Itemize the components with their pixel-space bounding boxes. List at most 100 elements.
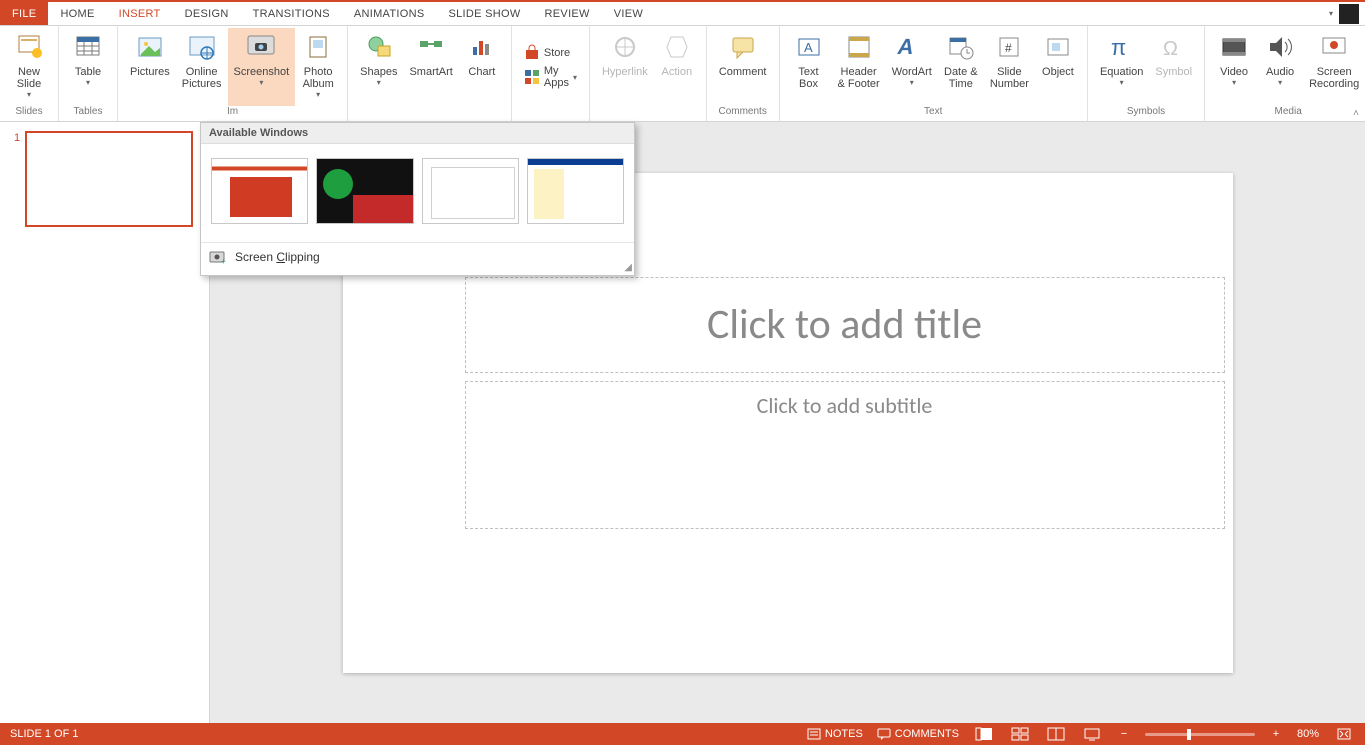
title-placeholder[interactable]: Click to add title [465,277,1225,373]
reading-view-button[interactable] [1045,726,1067,742]
comment-icon [877,728,891,740]
tab-file[interactable]: FILE [0,2,48,25]
wordart-icon: A [895,30,929,64]
audio-button[interactable]: Audio ▾ [1257,28,1303,106]
zoom-slider[interactable] [1145,733,1255,736]
label: Action [662,66,693,78]
comments-button[interactable]: COMMENTS [877,728,959,740]
chevron-down-icon: ▾ [377,78,381,87]
video-button[interactable]: Video ▾ [1211,28,1257,106]
label: Table [75,66,101,78]
tab-slideshow[interactable]: SLIDE SHOW [436,2,532,25]
shapes-button[interactable]: Shapes ▾ [354,28,403,106]
my-apps-button[interactable]: My Apps ▾ [524,65,577,89]
tab-design[interactable]: DESIGN [173,2,241,25]
equation-button[interactable]: π Equation ▾ [1094,28,1149,106]
slide-number-icon: # [992,30,1026,64]
svg-text:#: # [1005,41,1012,55]
label: Symbol [1155,66,1192,78]
fit-to-window-button[interactable] [1333,726,1355,742]
comment-icon [726,30,760,64]
slideshow-view-button[interactable] [1081,726,1103,742]
label: Slide Number [990,66,1029,90]
object-button[interactable]: Object [1035,28,1081,106]
slide-number-button[interactable]: # Slide Number [984,28,1035,106]
slide-sorter-view-button[interactable] [1009,726,1031,742]
zoom-in-button[interactable]: + [1269,727,1283,741]
header-footer-icon [842,30,876,64]
slide-counter: SLIDE 1 OF 1 [10,728,793,740]
zoom-level[interactable]: 80% [1297,728,1319,740]
screenshot-button[interactable]: Screenshot ▾ [228,28,296,106]
photo-album-button[interactable]: Photo Album ▾ [295,28,341,106]
subtitle-placeholder[interactable]: Click to add subtitle [465,381,1225,529]
new-slide-button[interactable]: New Slide ▾ [6,28,52,106]
group-label-tables: Tables [74,106,103,120]
pictures-button[interactable]: Pictures [124,28,176,106]
group-label-text: Text [924,106,942,120]
available-window-2[interactable] [316,158,413,224]
screenshot-dropdown-header: Available Windows [201,123,634,144]
title-placeholder-text: Click to add title [707,299,982,350]
tab-transitions[interactable]: TRANSITIONS [241,2,342,25]
video-icon [1217,30,1251,64]
symbol-icon: Ω [1157,30,1191,64]
tab-home[interactable]: HOME [48,2,106,25]
label: WordArt [892,66,932,78]
notes-button[interactable]: NOTES [807,728,863,740]
store-button[interactable]: Store [524,45,577,61]
label: Online Pictures [182,66,222,90]
group-label-symbols: Symbols [1127,106,1165,120]
header-footer-button[interactable]: Header & Footer [832,28,886,106]
date-time-icon [944,30,978,64]
label: Photo Album [303,66,334,90]
tab-view[interactable]: VIEW [602,2,655,25]
collapse-ribbon-button[interactable]: ˄ [1353,108,1359,119]
new-slide-icon [12,30,46,64]
comment-button[interactable]: Comment [713,28,773,106]
label: Video [1220,66,1248,78]
label: NOTES [825,728,863,740]
hyperlink-icon [608,30,642,64]
chart-button[interactable]: Chart [459,28,505,106]
label: Object [1042,66,1074,78]
online-pictures-button[interactable]: Online Pictures [176,28,228,106]
label: Shapes [360,66,397,78]
thumb-number: 1 [14,132,20,226]
hyperlink-button[interactable]: Hyperlink [596,28,654,106]
slide-thumbnail-panel[interactable]: 1 [0,122,210,723]
chart-icon [465,30,499,64]
available-window-3[interactable] [422,158,519,224]
svg-text:π: π [1111,35,1126,60]
label: Screen Clipping [235,250,320,264]
zoom-out-button[interactable]: − [1117,727,1131,741]
smartart-button[interactable]: SmartArt [403,28,458,106]
table-button[interactable]: Table ▾ [65,28,111,106]
tab-insert[interactable]: INSERT [107,2,173,25]
chevron-down-icon: ▾ [1329,9,1333,18]
label: Screenshot [234,66,290,78]
chevron-down-icon: ▾ [1232,78,1236,87]
chevron-down-icon: ▾ [910,78,914,87]
photo-album-icon [301,30,335,64]
available-window-1[interactable] [211,158,308,224]
online-pictures-icon [185,30,219,64]
action-button[interactable]: Action [654,28,700,106]
normal-view-button[interactable] [973,726,995,742]
screenshot-icon [244,30,278,64]
available-window-4[interactable] [527,158,624,224]
tab-animations[interactable]: ANIMATIONS [342,2,437,25]
screen-recording-button[interactable]: Screen Recording [1303,28,1365,106]
label: COMMENTS [895,728,959,740]
user-account[interactable]: ▾ [1323,4,1359,24]
audio-icon [1263,30,1297,64]
store-icon [524,45,540,61]
wordart-button[interactable]: A WordArt ▾ [886,28,938,106]
slide-thumbnail-1[interactable] [26,132,192,226]
date-time-button[interactable]: Date & Time [938,28,984,106]
tab-review[interactable]: REVIEW [533,2,602,25]
symbol-button[interactable]: Ω Symbol [1149,28,1198,106]
label: Screen Recording [1309,66,1359,90]
text-box-button[interactable]: A Text Box [786,28,832,106]
screen-clipping-button[interactable]: + Screen Clipping [201,242,634,275]
